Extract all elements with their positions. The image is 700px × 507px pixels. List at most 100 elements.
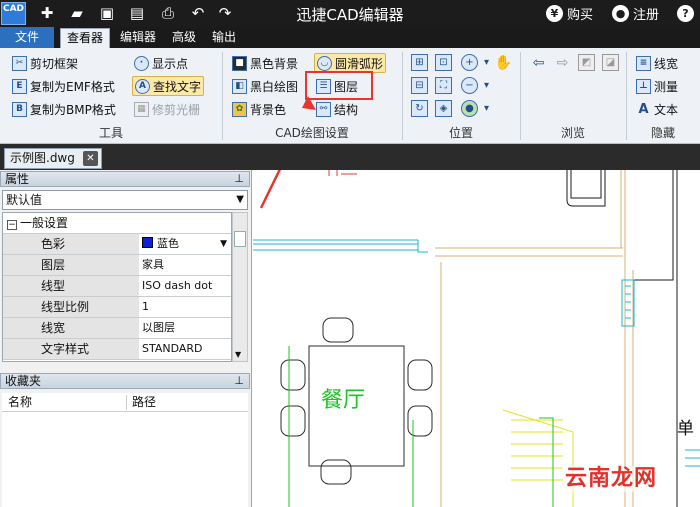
chair (280, 359, 306, 391)
zoom-extents-icon[interactable]: ⛶ (435, 77, 452, 94)
trim-raster-button[interactable]: ▦ 修剪光栅 (132, 99, 202, 119)
pin-icon[interactable]: ⊥ (234, 374, 244, 388)
wall-line-tan (435, 247, 623, 257)
text-button[interactable]: A 文本 (634, 99, 680, 119)
browse-first-icon[interactable]: ◩ (578, 54, 595, 71)
redo-icon[interactable]: ↷ (214, 3, 236, 23)
pin-icon[interactable]: ⊥ (234, 172, 244, 186)
wall-line-cyan (253, 239, 418, 251)
document-tab[interactable]: 示例图.dwg ✕ (4, 148, 102, 169)
tab-advanced[interactable]: 高级 (166, 27, 202, 48)
show-points-icon: · (134, 55, 149, 71)
smooth-arc-button[interactable]: ◡ 圆滑弧形 (314, 53, 387, 73)
user-icon: ● (612, 5, 629, 22)
buy-button[interactable]: ¥ 购买 (546, 3, 593, 24)
group-label-tools: 工具 (98, 126, 123, 140)
close-icon[interactable]: ✕ (83, 151, 98, 166)
save-icon[interactable]: ▣ (96, 3, 118, 23)
chair (407, 359, 433, 391)
black-background-button[interactable]: ■ 黑色背景 (230, 53, 300, 73)
drawing-canvas[interactable]: 餐厅 单 云南龙网 (253, 117, 700, 507)
zoom-out-dropdown-icon[interactable]: ▾ (478, 77, 495, 94)
rotate-icon[interactable]: ↻ (411, 100, 428, 117)
chevron-down-icon: ▼ (236, 194, 244, 205)
tab-viewer[interactable]: 查看器 (60, 28, 110, 48)
copy-emf-button[interactable]: E 复制为EMF格式 (10, 76, 117, 96)
properties-preset-value: 默认值 (6, 193, 43, 207)
zoom-select-icon[interactable]: ⊡ (435, 54, 452, 71)
property-value[interactable]: 蓝色 ▼ (140, 234, 231, 254)
open-folder-icon[interactable]: ▰ (66, 3, 88, 23)
zoom-in-dropdown-icon[interactable]: ▾ (478, 54, 495, 71)
zoom-mode-icon[interactable]: ● (461, 100, 478, 117)
property-value[interactable]: 1 (140, 297, 231, 317)
callout-arrow (259, 117, 307, 209)
scroll-down-icon[interactable]: ▼ (235, 350, 241, 359)
property-value[interactable]: ISO dash dot (140, 276, 231, 296)
tab-output[interactable]: 输出 (206, 27, 242, 48)
window-cyan (685, 449, 700, 467)
property-value[interactable]: STANDARD (140, 339, 231, 359)
property-section-row[interactable]: − 一般设置 (3, 213, 231, 234)
property-row[interactable]: 文字样式 STANDARD (3, 339, 231, 360)
zoom-previous-icon[interactable]: ⊟ (411, 77, 428, 94)
line-width-label: 线宽 (654, 56, 679, 71)
tab-editor[interactable]: 编辑器 (114, 27, 162, 48)
save-as-icon[interactable]: ▤ (126, 3, 148, 23)
property-row[interactable]: 色彩 蓝色 ▼ (3, 234, 231, 255)
properties-title: 属性 (5, 172, 30, 186)
show-points-button[interactable]: · 显示点 (132, 53, 190, 73)
black-white-drawing-button[interactable]: ◧ 黑白绘图 (230, 76, 300, 96)
app-logo[interactable]: CAD (1, 2, 26, 25)
register-button[interactable]: ● 注册 (612, 3, 659, 24)
measure-button[interactable]: ⊥ 测量 (634, 76, 680, 96)
property-value[interactable]: 以图层 (140, 318, 231, 338)
find-text-label: 查找文字 (153, 79, 202, 94)
copy-emf-label: 复制为EMF格式 (30, 79, 115, 94)
property-row[interactable]: 线宽 以图层 (3, 318, 231, 339)
print-icon[interactable]: ⎙ (157, 3, 179, 23)
undo-icon[interactable]: ↶ (187, 3, 209, 23)
property-grid-scrollbar[interactable]: ▼ (232, 212, 248, 362)
zoom-mode-dropdown-icon[interactable]: ▾ (478, 100, 495, 117)
property-row[interactable]: 图层 家具 (3, 255, 231, 276)
help-icon: ? (677, 5, 694, 22)
property-row[interactable]: 线型 ISO dash dot (3, 276, 231, 297)
title-bar: CAD ✚ ▰ ▣ ▤ ⎙ ↶ ↷ 迅捷CAD编辑器 ¥ 购买 ● 注册 ? (0, 0, 700, 27)
back-arrow-icon[interactable]: ⇦ (530, 54, 547, 71)
help-button[interactable]: ? (677, 3, 694, 24)
favorites-list[interactable] (2, 412, 248, 507)
register-label: 注册 (633, 8, 660, 23)
window-cyan (621, 279, 635, 327)
collapse-icon: − (7, 220, 17, 230)
chevron-down-icon[interactable]: ▼ (220, 234, 227, 254)
property-section-value (140, 213, 231, 233)
browse-last-icon[interactable]: ◪ (602, 54, 619, 71)
zoom-window-icon[interactable]: ⊞ (411, 54, 428, 71)
column-header-path[interactable]: 路径 (132, 393, 156, 412)
copy-bmp-button[interactable]: B 复制为BMP格式 (10, 99, 118, 119)
find-text-button[interactable]: A 查找文字 (132, 76, 205, 96)
column-header-name[interactable]: 名称 (8, 393, 32, 412)
menu-file[interactable]: 文件 (0, 27, 54, 48)
stair-yellow (502, 409, 574, 507)
green-line (288, 346, 414, 507)
view-3d-icon[interactable]: ◈ (435, 100, 452, 117)
section-toggle[interactable]: − 一般设置 (3, 213, 139, 233)
property-row[interactable]: 线型比例 1 (3, 297, 231, 318)
show-points-label: 显示点 (152, 56, 189, 71)
scroll-thumb[interactable] (234, 231, 246, 247)
forward-arrow-icon[interactable]: ⇨ (554, 54, 571, 71)
zoom-out-icon[interactable]: − (461, 77, 478, 94)
pan-hand-icon[interactable]: ✋ (495, 54, 512, 71)
line-width-button[interactable]: ≡ 线宽 (634, 53, 680, 73)
room-label: 餐厅 (321, 388, 366, 413)
background-color-button[interactable]: ✿ 背景色 (230, 99, 288, 119)
property-value[interactable]: 家具 (140, 255, 231, 275)
partial-red-text (328, 170, 357, 176)
new-file-icon[interactable]: ✚ (36, 3, 58, 23)
clip-frame-button[interactable]: ✂ 剪切框架 (10, 53, 80, 73)
clip-frame-label: 剪切框架 (30, 56, 79, 71)
zoom-in-icon[interactable]: + (461, 54, 478, 71)
properties-preset-select[interactable]: 默认值 ▼ (2, 190, 248, 210)
